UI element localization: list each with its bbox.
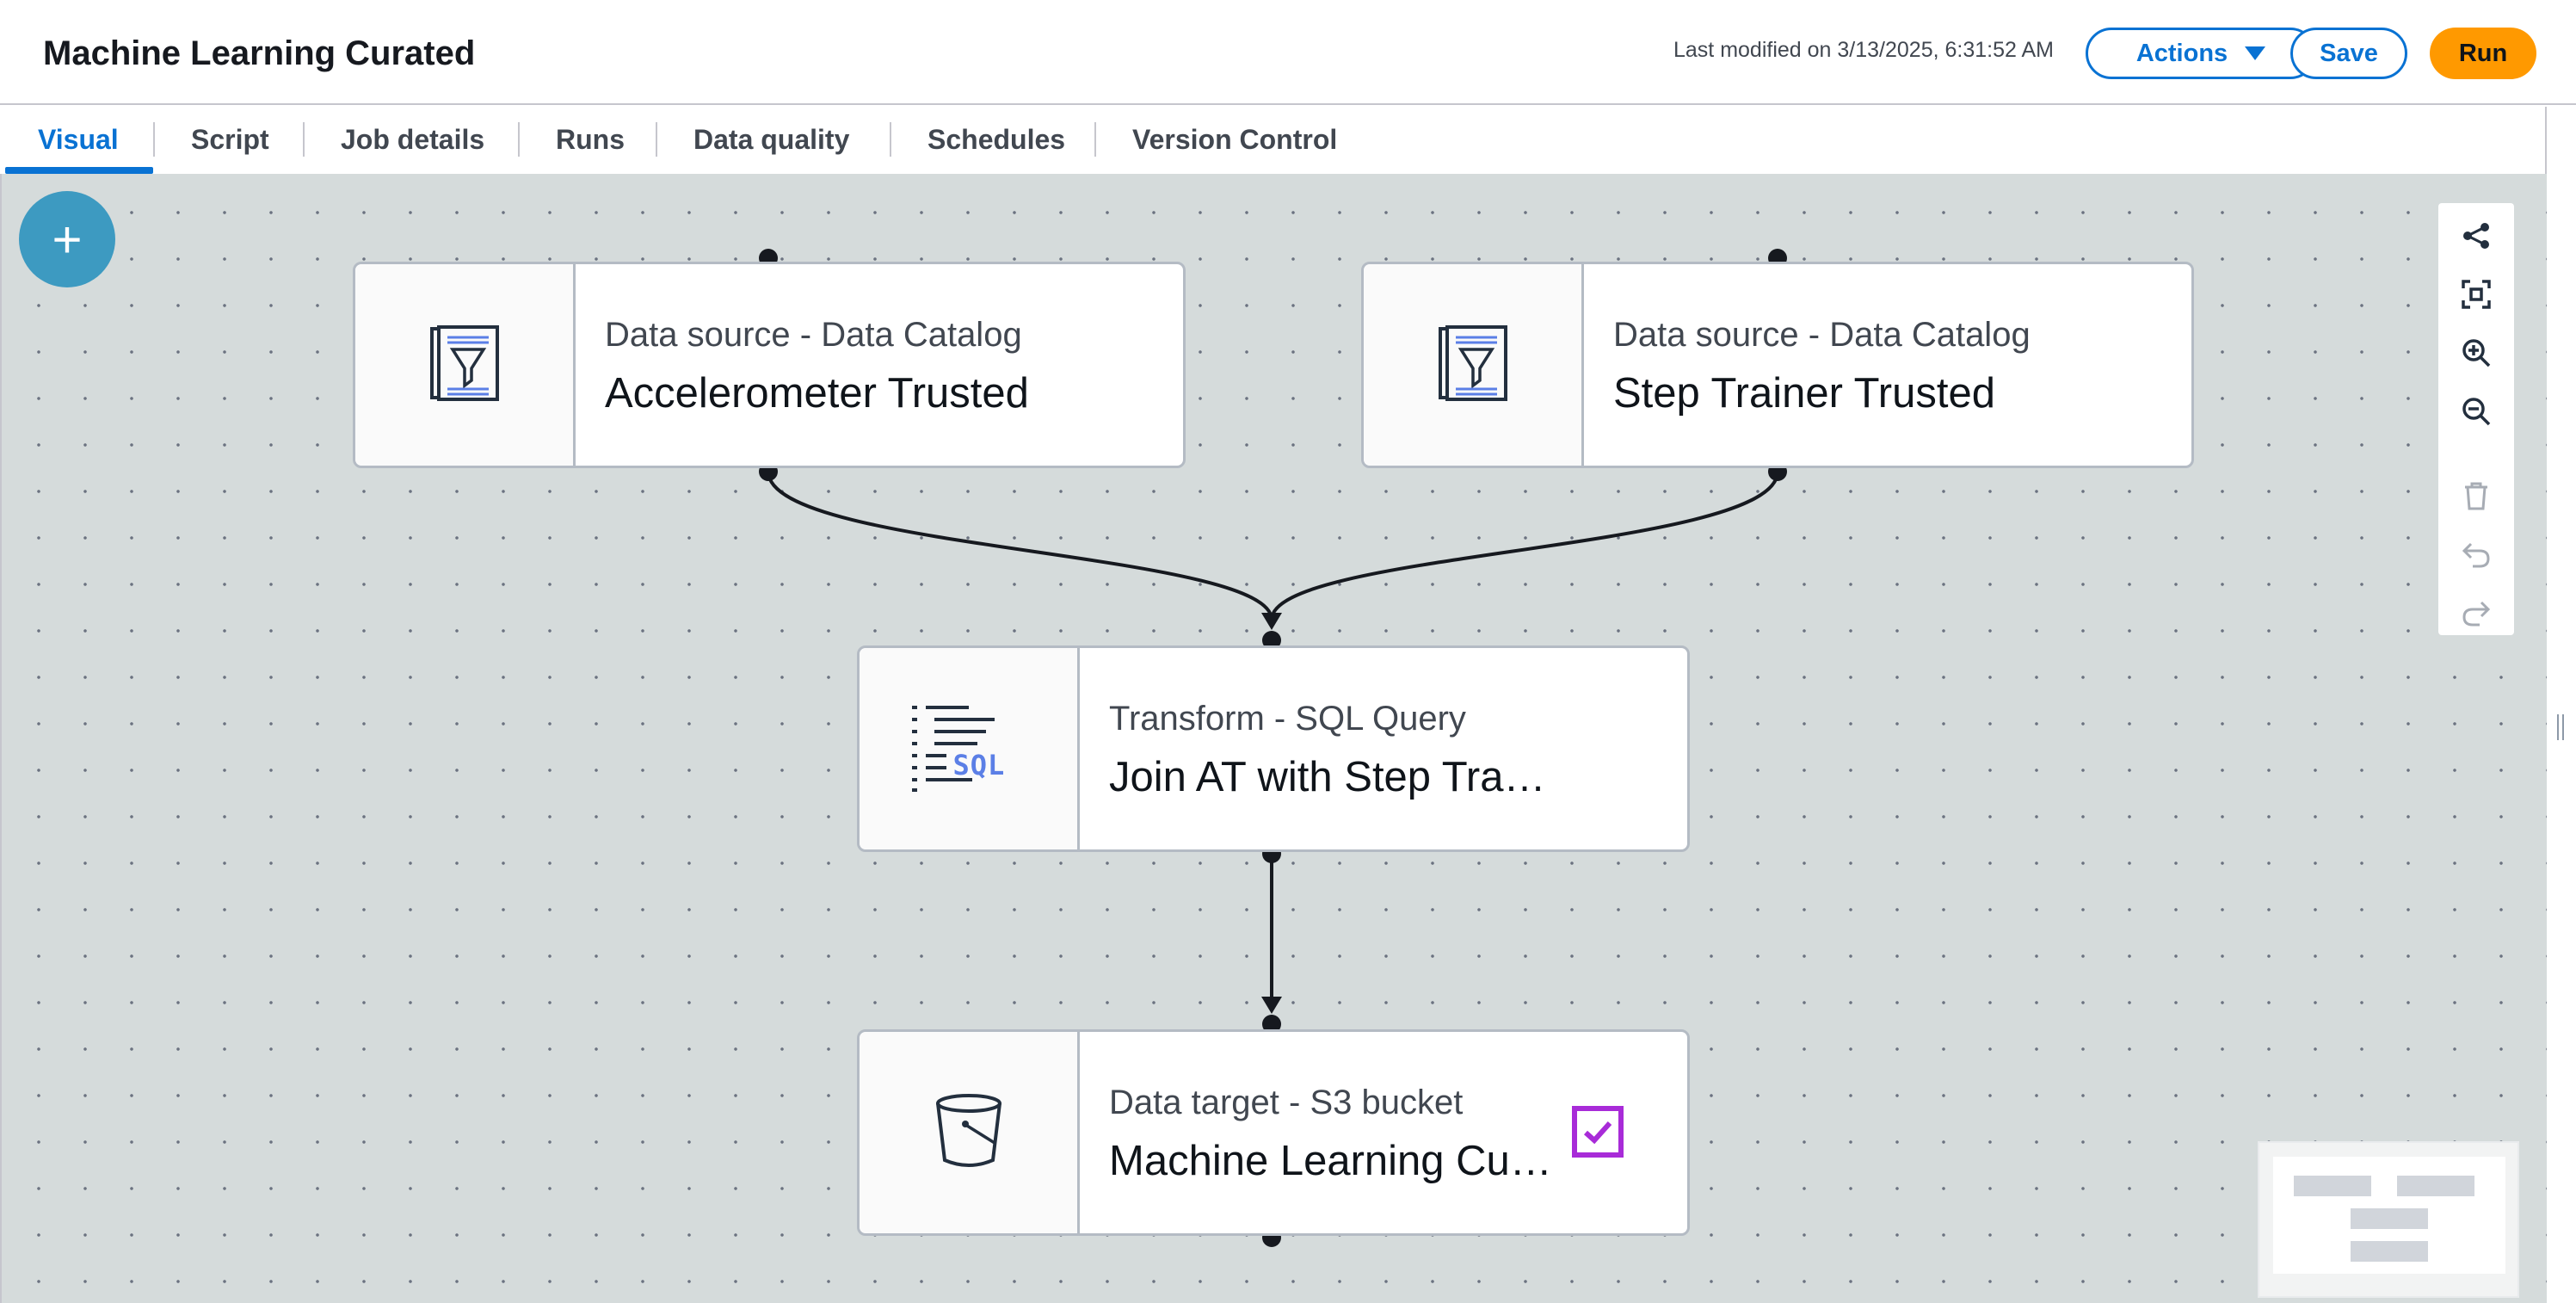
minimap-viewport xyxy=(2273,1157,2505,1274)
minimap-node xyxy=(2351,1208,2428,1229)
caret-down-icon xyxy=(2245,46,2266,60)
panel-resize-handle[interactable] xyxy=(2557,714,2564,740)
layout-icon[interactable] xyxy=(2457,217,2495,255)
tab-divider xyxy=(890,122,891,157)
node-accelerometer-trusted[interactable]: Data source - Data Catalog Accelerometer… xyxy=(353,262,1186,468)
node-name-label: Accelerometer Trusted xyxy=(605,370,1029,417)
active-tab-indicator xyxy=(5,167,153,174)
tab-runs[interactable]: Runs xyxy=(556,124,625,156)
tab-schedules[interactable]: Schedules xyxy=(927,124,1065,156)
last-modified-text: Last modified on 3/13/2025, 6:31:52 AM xyxy=(1673,38,2054,62)
node-name-label: Join AT with Step Tra… xyxy=(1109,754,1546,800)
node-type-label: Data target - S3 bucket xyxy=(1109,1084,1464,1121)
s3-bucket-icon xyxy=(933,1091,1005,1175)
actions-button[interactable]: Actions xyxy=(2086,28,2316,79)
redo-icon[interactable] xyxy=(2457,594,2495,632)
selected-checkbox-icon[interactable] xyxy=(1572,1106,1624,1158)
tab-divider xyxy=(518,122,520,157)
run-button[interactable]: Run xyxy=(2430,28,2536,79)
sql-icon-text: SQL xyxy=(952,749,1006,781)
undo-icon[interactable] xyxy=(2457,535,2495,573)
tab-divider xyxy=(1094,122,1096,157)
canvas-toolbar xyxy=(2438,203,2514,635)
zoom-in-icon[interactable] xyxy=(2457,334,2495,372)
job-title: Machine Learning Curated xyxy=(43,34,476,72)
job-header: Machine Learning Curated Last modified o… xyxy=(0,0,2576,105)
tab-divider xyxy=(303,122,305,157)
zoom-out-icon[interactable] xyxy=(2457,392,2495,430)
node-icon-box: SQL xyxy=(860,648,1080,849)
add-node-button[interactable]: + xyxy=(19,191,115,287)
right-panel-strip xyxy=(2547,107,2576,1303)
tab-job-details[interactable]: Job details xyxy=(341,124,484,156)
node-name-label: Step Trainer Trusted xyxy=(1613,370,1995,417)
tab-bar: Visual Script Job details Runs Data qual… xyxy=(0,107,2547,174)
node-icon-box xyxy=(860,1032,1080,1233)
node-type-label: Transform - SQL Query xyxy=(1109,700,1466,738)
data-catalog-icon xyxy=(1437,324,1509,407)
save-button[interactable]: Save xyxy=(2290,28,2407,79)
node-join-sql-transform[interactable]: SQL Transform - SQL Query Join AT with S… xyxy=(857,645,1690,852)
canvas-minimap[interactable] xyxy=(2258,1141,2519,1298)
delete-icon[interactable] xyxy=(2457,477,2495,515)
node-icon-box xyxy=(355,264,576,466)
node-type-label: Data source - Data Catalog xyxy=(605,316,1022,354)
node-icon-box xyxy=(1364,264,1584,466)
data-catalog-icon xyxy=(428,324,501,407)
tab-script[interactable]: Script xyxy=(191,124,269,156)
fit-view-icon[interactable] xyxy=(2457,275,2495,313)
tab-version-control[interactable]: Version Control xyxy=(1132,124,1337,156)
tab-visual[interactable]: Visual xyxy=(38,124,119,156)
node-ml-curated-target[interactable]: Data target - S3 bucket Machine Learning… xyxy=(857,1029,1690,1236)
node-type-label: Data source - Data Catalog xyxy=(1613,316,2031,354)
node-step-trainer-trusted[interactable]: Data source - Data Catalog Step Trainer … xyxy=(1361,262,2194,468)
tab-divider xyxy=(153,122,155,157)
minimap-node xyxy=(2397,1176,2474,1196)
tab-data-quality[interactable]: Data quality xyxy=(693,124,849,156)
actions-button-label: Actions xyxy=(2135,39,2228,67)
minimap-node xyxy=(2351,1241,2428,1262)
minimap-node xyxy=(2294,1176,2371,1196)
tab-divider xyxy=(656,122,657,157)
sql-query-icon: SQL xyxy=(911,704,1026,794)
node-name-label: Machine Learning Cu… xyxy=(1109,1138,1552,1184)
